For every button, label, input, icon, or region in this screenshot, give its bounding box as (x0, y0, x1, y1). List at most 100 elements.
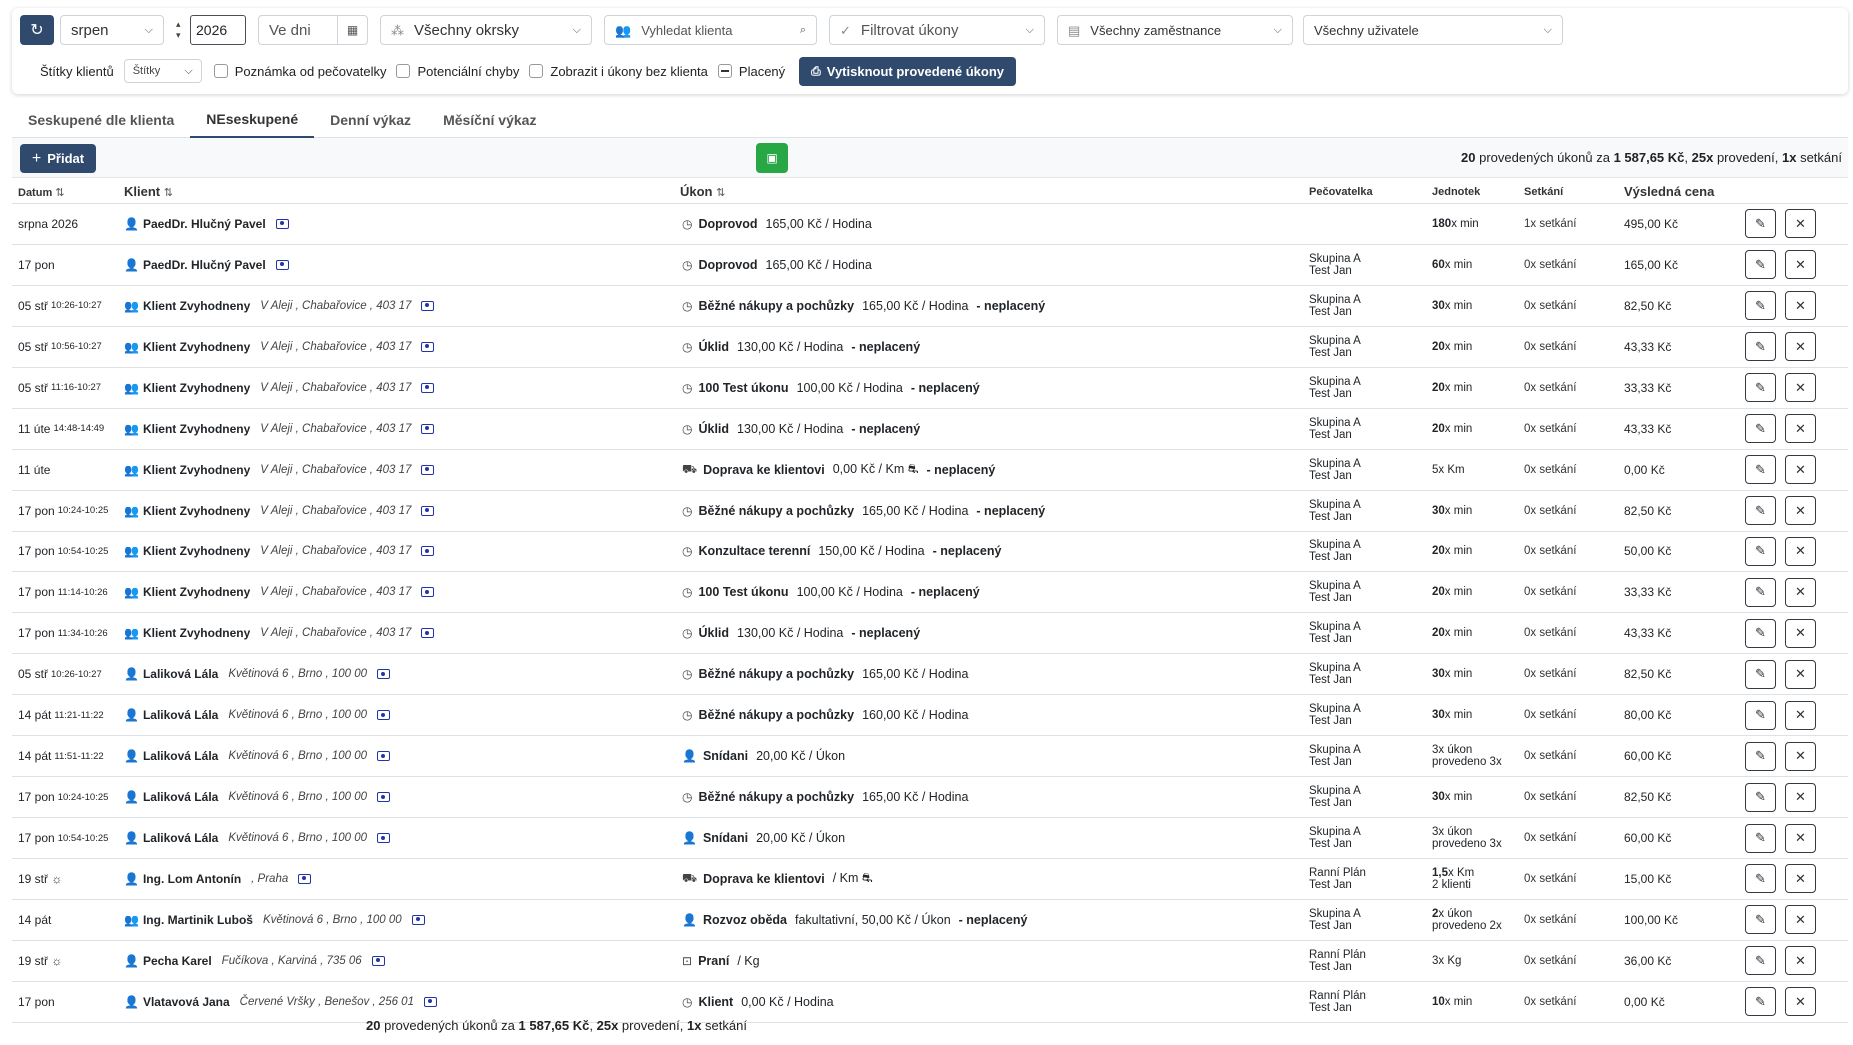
edit-button[interactable]: ✎ (1745, 455, 1776, 485)
view-client-icon[interactable] (423, 996, 437, 1007)
client-name-link[interactable]: Ing. Martinik Luboš (143, 913, 253, 927)
view-client-icon[interactable] (421, 341, 435, 352)
edit-button[interactable]: ✎ (1745, 782, 1776, 812)
calendar-icon[interactable]: ▦ (337, 16, 367, 44)
client-name-link[interactable]: Klient Zvyhodneny (143, 585, 250, 599)
edit-button[interactable]: ✎ (1745, 864, 1776, 894)
tab-ungrouped[interactable]: NEseskupené (190, 102, 315, 138)
client-name-link[interactable]: Klient Zvyhodneny (143, 544, 250, 558)
edit-button[interactable]: ✎ (1745, 577, 1776, 607)
year-input[interactable]: 2026 (190, 15, 246, 45)
view-client-icon[interactable] (298, 873, 312, 884)
client-name-link[interactable]: Klient Zvyhodneny (143, 422, 250, 436)
client-name-link[interactable]: PaedDr. Hlučný Pavel (143, 258, 266, 272)
delete-button[interactable]: ✕ (1785, 250, 1816, 280)
view-client-icon[interactable] (421, 382, 435, 393)
col-date[interactable]: Datum ⇅ (18, 186, 65, 199)
edit-button[interactable]: ✎ (1745, 905, 1776, 935)
client-name-link[interactable]: Klient Zvyhodneny (143, 340, 250, 354)
no-client-checkbox[interactable]: Zobrazit i úkony bez klienta (529, 64, 708, 79)
view-client-icon[interactable] (275, 259, 289, 270)
delete-button[interactable]: ✕ (1785, 373, 1816, 403)
view-client-icon[interactable] (377, 792, 391, 803)
days-input[interactable]: Ve dni ▦ (258, 15, 368, 45)
delete-button[interactable]: ✕ (1785, 332, 1816, 362)
client-name-link[interactable]: Laliková Lála (143, 749, 218, 763)
view-client-icon[interactable] (421, 300, 435, 311)
view-client-icon[interactable] (275, 218, 289, 229)
edit-button[interactable]: ✎ (1745, 700, 1776, 730)
client-name-link[interactable]: Klient Zvyhodneny (143, 626, 250, 640)
client-name-link[interactable]: Laliková Lála (143, 790, 218, 804)
delete-button[interactable]: ✕ (1785, 905, 1816, 935)
excel-export-button[interactable]: ▣ (756, 143, 788, 173)
edit-button[interactable]: ✎ (1745, 250, 1776, 280)
client-name-link[interactable]: Laliková Lála (143, 667, 218, 681)
tab-daily-report[interactable]: Denní výkaz (314, 102, 427, 138)
client-name-link[interactable]: PaedDr. Hlučný Pavel (143, 217, 266, 231)
delete-button[interactable]: ✕ (1785, 455, 1816, 485)
employees-select[interactable]: ▤ Všechny zaměstnance ⌵ (1057, 15, 1293, 45)
tab-monthly-report[interactable]: Měsíční výkaz (427, 102, 552, 138)
edit-button[interactable]: ✎ (1745, 741, 1776, 771)
refresh-button[interactable]: ↻ (20, 15, 54, 45)
edit-button[interactable]: ✎ (1745, 536, 1776, 566)
view-client-icon[interactable] (421, 464, 435, 475)
view-client-icon[interactable] (421, 628, 435, 639)
client-name-link[interactable]: Klient Zvyhodneny (143, 463, 250, 477)
client-name-link[interactable]: Vlatavová Jana (143, 995, 230, 1009)
delete-button[interactable]: ✕ (1785, 741, 1816, 771)
errors-checkbox[interactable]: Potenciální chyby (396, 64, 519, 79)
district-select[interactable]: ⁂ Všechny okrsky ⌵ (380, 15, 592, 45)
delete-button[interactable]: ✕ (1785, 414, 1816, 444)
delete-button[interactable]: ✕ (1785, 782, 1816, 812)
edit-button[interactable]: ✎ (1745, 987, 1776, 1017)
users-select[interactable]: Všechny uživatele ⌵ (1303, 15, 1563, 45)
paid-checkbox[interactable]: Placený (717, 64, 785, 79)
edit-button[interactable]: ✎ (1745, 209, 1776, 239)
view-client-icon[interactable] (421, 587, 435, 598)
edit-button[interactable]: ✎ (1745, 618, 1776, 648)
view-client-icon[interactable] (421, 423, 435, 434)
view-client-icon[interactable] (421, 505, 435, 516)
tab-grouped[interactable]: Seskupené dle klienta (12, 102, 190, 138)
delete-button[interactable]: ✕ (1785, 700, 1816, 730)
delete-button[interactable]: ✕ (1785, 823, 1816, 853)
note-checkbox[interactable]: Poznámka od pečovatelky (213, 64, 386, 79)
client-name-link[interactable]: Klient Zvyhodneny (143, 504, 250, 518)
delete-button[interactable]: ✕ (1785, 209, 1816, 239)
view-client-icon[interactable] (371, 955, 385, 966)
client-name-link[interactable]: Pecha Karel (143, 954, 212, 968)
tags-select[interactable]: Štítky ⌵ (123, 59, 202, 83)
delete-button[interactable]: ✕ (1785, 291, 1816, 321)
delete-button[interactable]: ✕ (1785, 536, 1816, 566)
add-button[interactable]: + Přidat (20, 144, 96, 173)
col-client[interactable]: Klient ⇅ (124, 184, 173, 199)
print-button[interactable]: ⎙ Vytisknout provedené úkony (799, 56, 1016, 86)
view-client-icon[interactable] (377, 833, 391, 844)
edit-button[interactable]: ✎ (1745, 291, 1776, 321)
edit-button[interactable]: ✎ (1745, 659, 1776, 689)
view-client-icon[interactable] (377, 669, 391, 680)
delete-button[interactable]: ✕ (1785, 618, 1816, 648)
view-client-icon[interactable] (377, 751, 391, 762)
actions-filter-select[interactable]: ✓ Filtrovat úkony ⌵ (829, 15, 1045, 45)
client-name-link[interactable]: Laliková Lála (143, 831, 218, 845)
delete-button[interactable]: ✕ (1785, 659, 1816, 689)
col-ukon[interactable]: Úkon ⇅ (680, 184, 725, 199)
edit-button[interactable]: ✎ (1745, 823, 1776, 853)
edit-button[interactable]: ✎ (1745, 496, 1776, 526)
edit-button[interactable]: ✎ (1745, 946, 1776, 976)
client-search-input[interactable]: 👥 Vyhledat klienta ⌕ (604, 15, 817, 45)
edit-button[interactable]: ✎ (1745, 414, 1776, 444)
client-name-link[interactable]: Klient Zvyhodneny (143, 299, 250, 313)
client-name-link[interactable]: Ing. Lom Antonín (143, 872, 241, 886)
year-stepper[interactable]: ▴ ▾ (176, 19, 188, 41)
view-client-icon[interactable] (377, 710, 391, 721)
delete-button[interactable]: ✕ (1785, 946, 1816, 976)
delete-button[interactable]: ✕ (1785, 864, 1816, 894)
month-select[interactable]: srpen ⌵ (60, 15, 164, 45)
client-name-link[interactable]: Klient Zvyhodneny (143, 381, 250, 395)
edit-button[interactable]: ✎ (1745, 332, 1776, 362)
view-client-icon[interactable] (421, 546, 435, 557)
